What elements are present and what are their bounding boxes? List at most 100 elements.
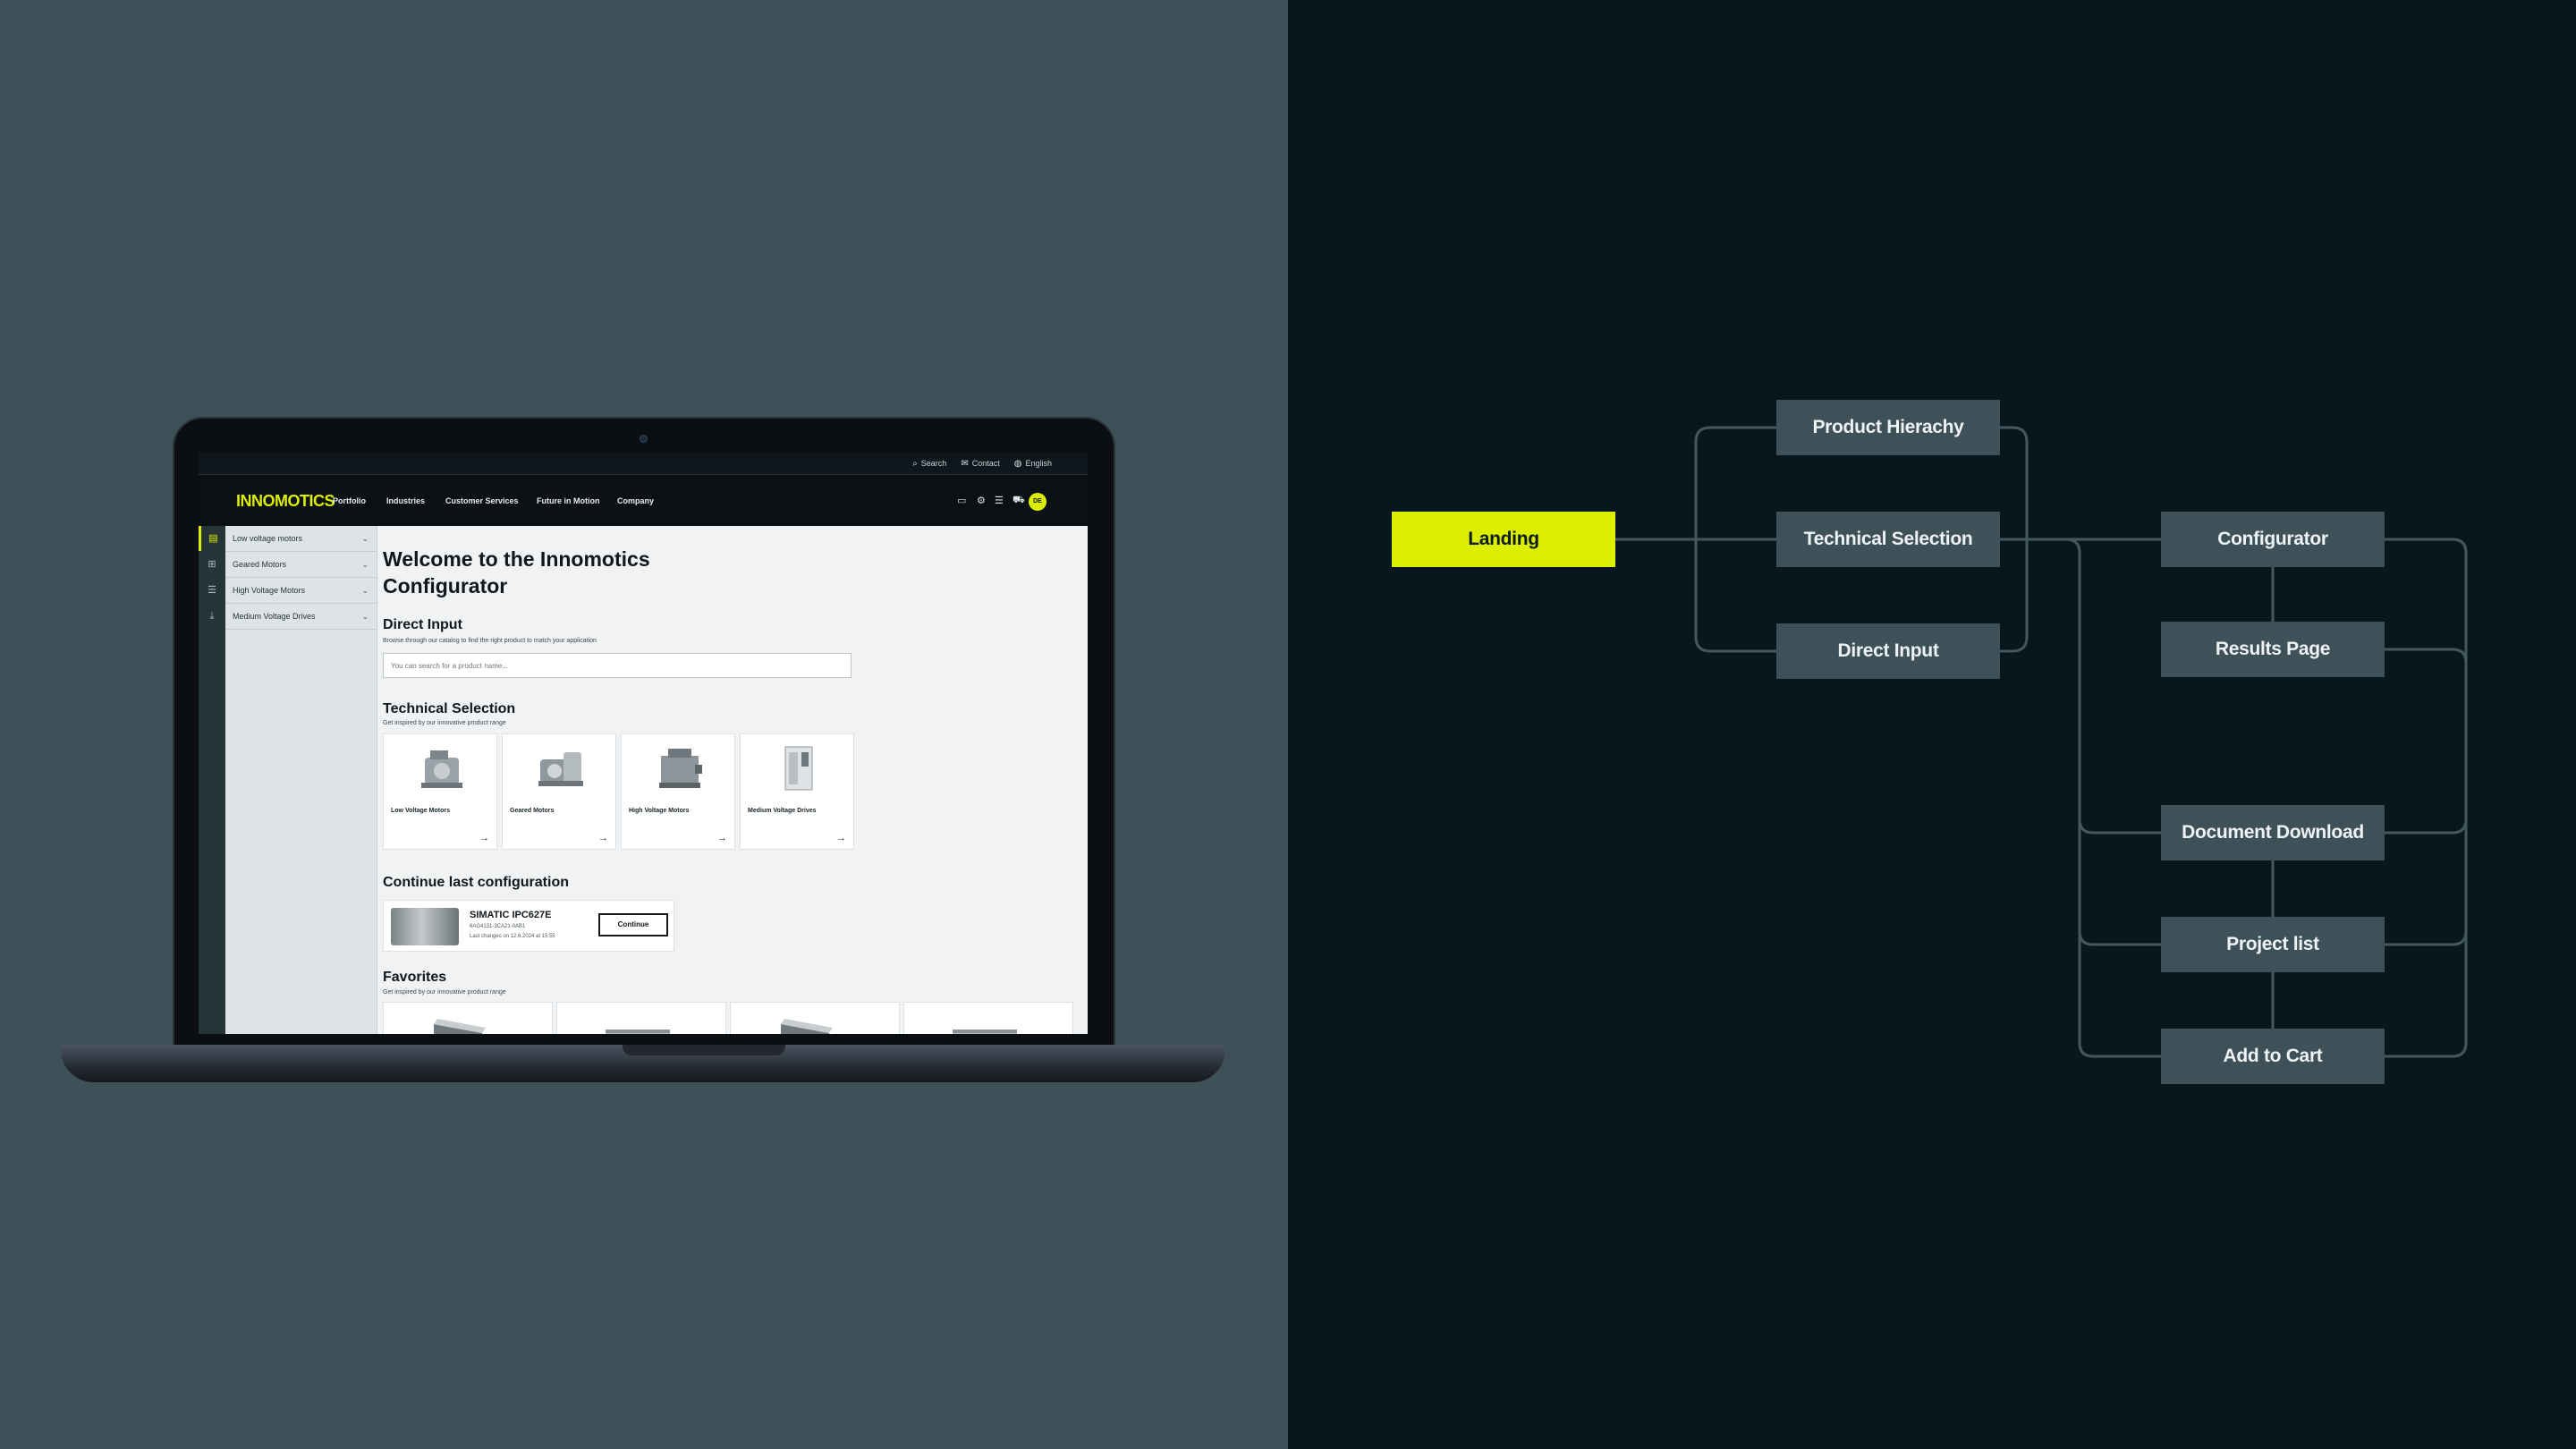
camera-icon	[640, 435, 648, 443]
sidebar-item-low-voltage-motors[interactable]: Low voltage motors ⌄	[225, 526, 377, 552]
favorites-title: Favorites	[383, 970, 447, 985]
chevron-down-icon: ⌄	[361, 586, 369, 595]
motor-image	[421, 750, 462, 788]
favorites-subtitle: Get inspired by our innovative product r…	[383, 989, 506, 996]
sidebar-item-geared-motors[interactable]: Geared Motors ⌄	[225, 552, 377, 578]
page-title: Welcome to the Innomotics Configurator	[383, 547, 650, 597]
product-thumbnail	[391, 908, 459, 945]
laptop-notch	[623, 1045, 785, 1055]
continue-configuration-card: SIMATIC IPC627E 6AG4131-3CA21-0AB1 Last …	[383, 900, 674, 952]
laptop-base	[61, 1045, 1225, 1082]
node-direct-input[interactable]: Direct Input	[1776, 623, 2000, 679]
node-landing[interactable]: Landing	[1392, 512, 1615, 567]
drive-cabinet-image	[784, 746, 813, 791]
contact-link[interactable]: ✉ Contact	[961, 459, 999, 469]
continue-button[interactable]: Continue	[598, 913, 668, 936]
favorite-card[interactable]	[383, 1002, 553, 1034]
nav-link-portfolio[interactable]: Portfolio	[333, 496, 366, 505]
main-content: Welcome to the Innomotics Configurator D…	[383, 526, 1088, 1034]
download-icon[interactable]: ⤓	[199, 604, 225, 629]
arrow-right-icon: →	[836, 833, 846, 843]
connector-download-right	[2385, 818, 2468, 835]
brand-logo[interactable]: INNOMOTICS	[236, 492, 335, 511]
sitemap-diagram-panel: Landing Product Hierachy Technical Selec…	[1288, 0, 2576, 1449]
cart-icon[interactable]: ⛟	[1013, 495, 1025, 507]
language-selector[interactable]: ◍ English	[1014, 459, 1052, 469]
favorite-card[interactable]	[903, 1002, 1073, 1034]
continue-button-label: Continue	[617, 920, 649, 928]
card-label: High Voltage Motors	[629, 808, 690, 814]
sidebar: Low voltage motors ⌄ Geared Motors ⌄ High …	[225, 526, 377, 1034]
node-technical-selection[interactable]: Technical Selection	[1776, 512, 2000, 567]
sidebar-item-medium-voltage-drives[interactable]: Medium Voltage Drives ⌄	[225, 604, 377, 630]
nav-link-company[interactable]: Company	[617, 496, 654, 505]
sidebar-item-label: Medium Voltage Drives	[233, 612, 316, 621]
continue-title: Continue last configuration	[383, 875, 569, 890]
folder-icon[interactable]: ▭	[957, 495, 966, 506]
product-search-input[interactable]	[383, 653, 852, 678]
connector-outer-right	[2385, 538, 2468, 1058]
arrow-right-icon: →	[717, 833, 727, 843]
arrow-right-icon: →	[479, 833, 489, 843]
product-image	[781, 1019, 833, 1034]
search-link[interactable]: ⌕ Search	[912, 459, 946, 469]
language-label: English	[1025, 459, 1052, 468]
sidebar-item-label: Geared Motors	[233, 560, 287, 569]
product-card-geared-motors[interactable]: Geared Motors →	[502, 733, 616, 850]
node-results-page[interactable]: Results Page	[2161, 622, 2385, 677]
node-product-hierarchy[interactable]: Product Hierachy	[1776, 400, 2000, 455]
list-icon[interactable]: ☰	[995, 495, 1004, 506]
chevron-down-icon: ⌄	[361, 612, 369, 621]
node-project-list[interactable]: Project list	[2161, 917, 2385, 972]
icon-rail: ▤ ⊞ ☰ ⤓	[199, 526, 225, 1034]
favorite-card[interactable]	[556, 1002, 726, 1034]
product-card-medium-voltage-drives[interactable]: Medium Voltage Drives →	[740, 733, 854, 850]
grid-icon[interactable]: ▤	[199, 526, 225, 551]
product-card-low-voltage-motors[interactable]: Low Voltage Motors →	[383, 733, 497, 850]
nav-link-customer-services[interactable]: Customer Services	[445, 496, 519, 505]
favorite-card[interactable]	[730, 1002, 900, 1034]
product-image	[434, 1019, 486, 1034]
hv-motor-image	[659, 749, 702, 788]
nav-link-industries[interactable]: Industries	[386, 496, 425, 505]
technical-selection-title: Technical Selection	[383, 701, 516, 716]
connector-results-right	[2385, 648, 2468, 664]
utility-bar: ⌕ Search ✉ Contact ◍ English	[199, 453, 1088, 474]
chevron-down-icon: ⌄	[361, 534, 369, 543]
gear-box-icon[interactable]: ⊞	[199, 552, 225, 577]
card-label: Low Voltage Motors	[391, 808, 450, 814]
settings-icon[interactable]: ⚙	[977, 495, 986, 506]
card-label: Geared Motors	[510, 808, 555, 814]
connector-document-download	[2078, 818, 2161, 835]
connector-project-right	[2385, 930, 2468, 946]
search-icon: ⌕	[912, 458, 918, 469]
connector-project-list	[2078, 930, 2161, 946]
nav-link-future-in-motion[interactable]: Future in Motion	[537, 496, 599, 505]
node-add-to-cart[interactable]: Add to Cart	[2161, 1029, 2385, 1084]
avatar[interactable]: DE	[1029, 493, 1046, 511]
node-configurator[interactable]: Configurator	[2161, 512, 2385, 567]
direct-input-subtitle: Browse through our catalog to find the r…	[383, 638, 597, 644]
arrow-right-icon: →	[598, 833, 608, 843]
contact-label: Contact	[971, 459, 1000, 468]
geared-motor-image	[538, 752, 583, 786]
product-card-high-voltage-motors[interactable]: High Voltage Motors →	[621, 733, 735, 850]
laptop-screen: ⌕ Search ✉ Contact ◍ English INNOMOTICS Por…	[199, 453, 1088, 1034]
sidebar-item-label: Low voltage motors	[233, 534, 303, 543]
connector-right-bus	[2065, 538, 2161, 1058]
direct-input-title: Direct Input	[383, 617, 462, 632]
search-label: Search	[920, 459, 947, 468]
technical-selection-subtitle: Get inspired by our innovative product r…	[383, 720, 506, 726]
diagram-connectors	[1615, 426, 2468, 1058]
last-changes: Last changes on 12.6.2024 at 15:55	[470, 934, 555, 939]
list-icon[interactable]: ☰	[199, 578, 225, 603]
mail-icon: ✉	[961, 458, 969, 469]
laptop-showcase-panel: ⌕ Search ✉ Contact ◍ English INNOMOTICS Por…	[0, 0, 1288, 1449]
main-nav: INNOMOTICS Portfolio Industries Customer…	[199, 474, 1088, 526]
node-document-download[interactable]: Document Download	[2161, 805, 2385, 860]
product-image	[606, 1030, 670, 1034]
product-image	[953, 1030, 1017, 1034]
sidebar-item-high-voltage-motors[interactable]: High Voltage Motors ⌄	[225, 578, 377, 604]
product-name: SIMATIC IPC627E	[470, 910, 552, 920]
card-label: Medium Voltage Drives	[748, 808, 817, 814]
